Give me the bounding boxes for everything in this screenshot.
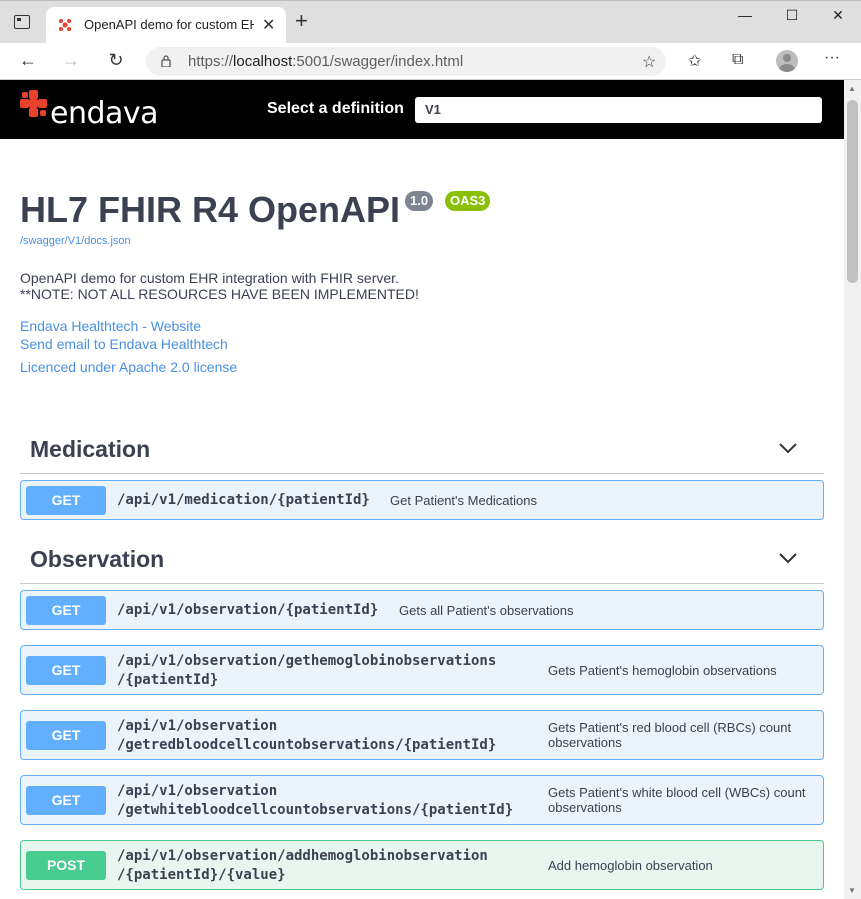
path-line: /{patientId}/{value} (117, 867, 286, 883)
summary-line: Gets Patient's red blood cell (RBCs) cou… (548, 720, 792, 735)
method-badge: GET (26, 721, 106, 750)
operation-path: /api/v1/observation/{patientId} (117, 602, 379, 618)
window-close-icon[interactable]: ✕ (828, 7, 848, 24)
operation-path: /api/v1/medication/{patientId} (117, 492, 370, 508)
swagger-favicon-icon (59, 19, 71, 31)
method-badge: GET (26, 486, 106, 515)
definition-select-value: V1 (425, 102, 441, 117)
section-title-observation[interactable]: Observation (30, 546, 164, 573)
api-description: OpenAPI demo for custom EHR integration … (20, 270, 419, 302)
chevron-down-icon[interactable] (778, 441, 798, 455)
method-badge: GET (26, 656, 106, 685)
section-divider (20, 473, 824, 474)
website-link[interactable]: Endava Healthtech - Website (20, 318, 201, 334)
path-line: /api/v1/observation (117, 718, 278, 734)
section-divider (20, 583, 824, 584)
operation-summary: Get Patient's Medications (390, 493, 537, 508)
tab-actions-icon[interactable] (14, 15, 30, 29)
path-line: /{patientId} (117, 672, 219, 688)
swagger-topbar: endava Select a definition V1 (0, 80, 844, 139)
description-note: **NOTE: NOT ALL RESOURCES HAVE BEEN IMPL… (20, 286, 419, 302)
back-icon[interactable]: ← (16, 50, 40, 71)
description-line: OpenAPI demo for custom EHR integration … (20, 270, 399, 286)
path-line: /api/v1/observation (117, 783, 278, 799)
definition-select[interactable]: V1 (415, 97, 822, 123)
operation-summary: Gets all Patient's observations (399, 603, 574, 618)
add-favorite-icon[interactable]: ☆ (642, 52, 656, 72)
operation-summary: Gets Patient's hemoglobin observations (548, 663, 777, 678)
swagger-content: HL7 FHIR R4 OpenAPI 1.0 OAS3 /swagger/V1… (0, 139, 844, 899)
select-definition-label: Select a definition (267, 100, 404, 117)
operation-get-rbc-observations[interactable]: GET /api/v1/observation /getredbloodcell… (20, 710, 824, 760)
operation-path: /api/v1/observation/gethemoglobinobserva… (117, 652, 496, 690)
operation-path: /api/v1/observation/addhemoglobinobserva… (117, 847, 488, 885)
operation-get-wbc-observations[interactable]: GET /api/v1/observation /getwhitebloodce… (20, 775, 824, 825)
operation-get-medication[interactable]: GET /api/v1/medication/{patientId} Get P… (20, 480, 824, 520)
method-badge: GET (26, 786, 106, 815)
method-badge: GET (26, 596, 106, 625)
address-bar: ← → ↻ https://localhost:5001/swagger/ind… (0, 43, 861, 80)
summary-line: Gets Patient's white blood cell (WBCs) c… (548, 785, 806, 800)
new-tab-icon[interactable]: + (295, 10, 308, 32)
endava-logo-mark-icon (20, 90, 47, 117)
favorites-icon[interactable]: ✩ (688, 51, 701, 71)
chevron-down-icon[interactable] (778, 551, 798, 565)
refresh-icon[interactable]: ↻ (104, 50, 128, 71)
url-input[interactable]: https://localhost:5001/swagger/index.htm… (146, 47, 666, 76)
section-title-medication[interactable]: Medication (30, 436, 150, 463)
operation-path: /api/v1/observation /getredbloodcellcoun… (117, 717, 496, 755)
oas-badge: OAS3 (445, 191, 491, 211)
more-menu-icon[interactable]: ··· (824, 49, 840, 67)
docs-json-link[interactable]: /swagger/V1/docs.json (20, 235, 131, 247)
operation-summary: Add hemoglobin observation (548, 858, 713, 873)
endava-logo[interactable]: endava (20, 90, 159, 131)
scroll-up-icon[interactable]: ▲ (848, 84, 856, 93)
browser-tab[interactable]: OpenAPI demo for custom EHR i ✕ (46, 7, 286, 44)
operation-summary: Gets Patient's white blood cell (WBCs) c… (548, 785, 806, 815)
forward-icon[interactable]: → (59, 50, 83, 71)
path-line: /api/v1/observation/addhemoglobinobserva… (117, 848, 488, 864)
operation-get-observations[interactable]: GET /api/v1/observation/{patientId} Gets… (20, 590, 824, 630)
summary-line: observations (548, 735, 622, 750)
minimize-icon[interactable]: — (735, 7, 755, 23)
collections-icon[interactable]: ⧉ (732, 51, 743, 69)
page-scrollbar[interactable]: ▲ ▼ (844, 80, 861, 899)
email-link[interactable]: Send email to Endava Healthtech (20, 336, 228, 352)
summary-line: observations (548, 800, 622, 815)
api-title: HL7 FHIR R4 OpenAPI (20, 189, 401, 230)
operation-summary: Gets Patient's red blood cell (RBCs) cou… (548, 720, 791, 750)
profile-avatar-icon[interactable] (776, 50, 798, 72)
operation-path: /api/v1/observation /getwhitebloodcellco… (117, 782, 513, 820)
logo-text: endava (50, 96, 159, 131)
maximize-icon[interactable]: ☐ (782, 7, 802, 24)
scroll-thumb[interactable] (847, 100, 858, 283)
url-text: https://localhost:5001/swagger/index.htm… (188, 53, 464, 70)
license-link[interactable]: Licenced under Apache 2.0 license (20, 359, 237, 375)
lock-icon (161, 55, 171, 67)
path-line: /getredbloodcellcountobservations/{patie… (117, 737, 497, 753)
tab-close-icon[interactable]: ✕ (262, 15, 275, 35)
scroll-down-icon[interactable]: ▼ (848, 886, 856, 895)
path-line: /getwhitebloodcellcountobservations/{pat… (117, 802, 514, 818)
operation-get-hemoglobin-observations[interactable]: GET /api/v1/observation/gethemoglobinobs… (20, 645, 824, 695)
browser-tab-bar: OpenAPI demo for custom EHR i ✕ + — ☐ ✕ (0, 0, 861, 44)
operation-post-hemoglobin-observation[interactable]: POST /api/v1/observation/addhemoglobinob… (20, 840, 824, 890)
method-badge: POST (26, 851, 106, 880)
path-line: /api/v1/observation/gethemoglobinobserva… (117, 653, 497, 669)
version-badge: 1.0 (405, 191, 434, 211)
tab-title: OpenAPI demo for custom EHR i (84, 17, 254, 32)
